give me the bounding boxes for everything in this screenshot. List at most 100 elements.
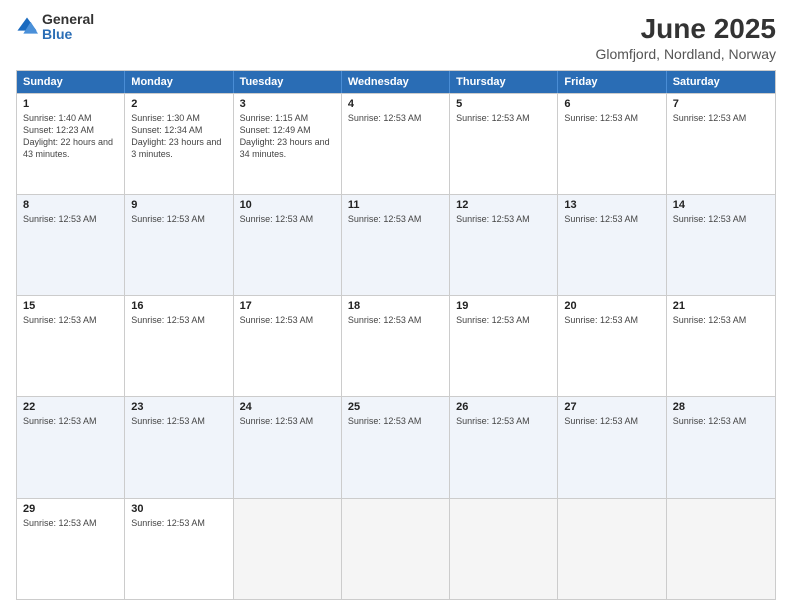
day-number: 1 [23, 98, 118, 110]
day-number: 3 [240, 98, 335, 110]
page: General Blue June 2025 Glomfjord, Nordla… [0, 0, 792, 612]
day-info: Sunrise: 1:15 AM Sunset: 12:49 AM Daylig… [240, 112, 335, 161]
day-number: 15 [23, 300, 118, 312]
calendar-cell: 18Sunrise: 12:53 AM [342, 296, 450, 396]
day-info: Sunrise: 12:53 AM [673, 213, 769, 225]
header-wednesday: Wednesday [342, 71, 450, 93]
day-info: Sunrise: 12:53 AM [673, 314, 769, 326]
header-thursday: Thursday [450, 71, 558, 93]
calendar-week-5: 29 Sunrise: 12:53 AM 30 Sunrise: 12:53 AM [17, 498, 775, 599]
calendar-cell: 30 Sunrise: 12:53 AM [125, 499, 233, 599]
day-number: 12 [456, 199, 551, 211]
calendar-cell: 24Sunrise: 12:53 AM [234, 397, 342, 497]
calendar-week-1: 1 Sunrise: 1:40 AM Sunset: 12:23 AM Dayli… [17, 93, 775, 194]
day-info: Sunrise: 12:53 AM [456, 415, 551, 427]
day-number: 10 [240, 199, 335, 211]
day-number: 6 [564, 98, 659, 110]
header-sunday: Sunday [17, 71, 125, 93]
day-info: Sunrise: 12:53 AM [348, 415, 443, 427]
day-info: Sunrise: 12:53 AM [673, 112, 769, 124]
calendar-cell: 27 Sunrise: 12:53 AM [558, 397, 666, 497]
day-info: Sunrise: 12:53 AM [564, 314, 659, 326]
day-info: Sunrise: 12:53 AM [456, 213, 551, 225]
calendar-cell: 17Sunrise: 12:53 AM [234, 296, 342, 396]
calendar-cell: 20 Sunrise: 12:53 AM [558, 296, 666, 396]
day-info: Sunrise: 12:53 AM [240, 213, 335, 225]
day-info: Sunrise: 12:53 AM [673, 415, 769, 427]
day-info: Sunrise: 12:53 AM [456, 314, 551, 326]
logo-text: General Blue [42, 12, 94, 43]
day-number: 30 [131, 503, 226, 515]
day-info: Sunrise: 12:53 AM [564, 112, 659, 124]
header-tuesday: Tuesday [234, 71, 342, 93]
calendar-cell: 6 Sunrise: 12:53 AM [558, 94, 666, 194]
calendar-cell: 22 Sunrise: 12:53 AM [17, 397, 125, 497]
day-number: 24 [240, 401, 335, 413]
day-info: Sunrise: 1:30 AM Sunset: 12:34 AM Daylig… [131, 112, 226, 161]
calendar-cell: 28 Sunrise: 12:53 AM [667, 397, 775, 497]
calendar-body: 1 Sunrise: 1:40 AM Sunset: 12:23 AM Dayli… [17, 93, 775, 599]
calendar-week-4: 22Sunrise: 12:53 AM23Sunrise: 12:53 AM24… [17, 396, 775, 497]
day-number: 22 [23, 401, 118, 413]
logo-line2: Blue [42, 27, 94, 42]
calendar-cell: 4 Sunrise: 12:53 AM [342, 94, 450, 194]
day-number: 13 [564, 199, 659, 211]
day-info: Sunrise: 12:53 AM [348, 314, 443, 326]
day-number: 28 [673, 401, 769, 413]
header-friday: Friday [558, 71, 666, 93]
day-info: Sunrise: 12:53 AM [23, 314, 118, 326]
calendar-cell: 1 Sunrise: 1:40 AM Sunset: 12:23 AM Dayli… [17, 94, 125, 194]
calendar-cell: 13 Sunrise: 12:53 AM [558, 195, 666, 295]
day-info: Sunrise: 12:53 AM [23, 517, 118, 529]
calendar-cell: 14 Sunrise: 12:53 AM [667, 195, 775, 295]
header-saturday: Saturday [667, 71, 775, 93]
day-info: Sunrise: 12:53 AM [240, 314, 335, 326]
calendar-cell: 16Sunrise: 12:53 AM [125, 296, 233, 396]
calendar-cell [558, 499, 666, 599]
day-number: 26 [456, 401, 551, 413]
day-info: Sunrise: 1:40 AM Sunset: 12:23 AM Daylig… [23, 112, 118, 161]
main-title: June 2025 [595, 12, 776, 46]
day-number: 21 [673, 300, 769, 312]
day-info: Sunrise: 12:53 AM [23, 213, 118, 225]
calendar-cell: 26 Sunrise: 12:53 AM [450, 397, 558, 497]
calendar-cell: 9Sunrise: 12:53 AM [125, 195, 233, 295]
calendar-cell [342, 499, 450, 599]
calendar-cell [234, 499, 342, 599]
day-info: Sunrise: 12:53 AM [131, 213, 226, 225]
calendar-cell: 19 Sunrise: 12:53 AM [450, 296, 558, 396]
day-info: Sunrise: 12:53 AM [456, 112, 551, 124]
calendar-cell: 29 Sunrise: 12:53 AM [17, 499, 125, 599]
day-number: 11 [348, 199, 443, 211]
calendar-cell: 7Sunrise: 12:53 AM [667, 94, 775, 194]
day-info: Sunrise: 12:53 AM [131, 314, 226, 326]
day-info: Sunrise: 12:53 AM [23, 415, 118, 427]
calendar-cell: 8 Sunrise: 12:53 AM [17, 195, 125, 295]
day-info: Sunrise: 12:53 AM [348, 112, 443, 124]
logo-line1: General [42, 12, 94, 27]
day-number: 20 [564, 300, 659, 312]
calendar-week-2: 8Sunrise: 12:53 AM9Sunrise: 12:53 AM10Su… [17, 194, 775, 295]
day-info: Sunrise: 12:53 AM [564, 213, 659, 225]
day-number: 19 [456, 300, 551, 312]
calendar-cell [450, 499, 558, 599]
header: General Blue June 2025 Glomfjord, Nordla… [16, 12, 776, 62]
day-number: 23 [131, 401, 226, 413]
day-number: 14 [673, 199, 769, 211]
day-number: 27 [564, 401, 659, 413]
calendar-cell: 3 Sunrise: 1:15 AM Sunset: 12:49 AM Dayli… [234, 94, 342, 194]
day-number: 29 [23, 503, 118, 515]
day-info: Sunrise: 12:53 AM [131, 517, 226, 529]
title-area: June 2025 Glomfjord, Nordland, Norway [595, 12, 776, 62]
day-number: 5 [456, 98, 551, 110]
logo-icon [16, 16, 38, 38]
day-info: Sunrise: 12:53 AM [348, 213, 443, 225]
day-number: 8 [23, 199, 118, 211]
subtitle: Glomfjord, Nordland, Norway [595, 46, 776, 62]
header-monday: Monday [125, 71, 233, 93]
day-info: Sunrise: 12:53 AM [564, 415, 659, 427]
calendar-cell: 25Sunrise: 12:53 AM [342, 397, 450, 497]
day-number: 4 [348, 98, 443, 110]
calendar-cell: 23Sunrise: 12:53 AM [125, 397, 233, 497]
calendar-cell: 2Sunrise: 1:30 AM Sunset: 12:34 AM Dayli… [125, 94, 233, 194]
